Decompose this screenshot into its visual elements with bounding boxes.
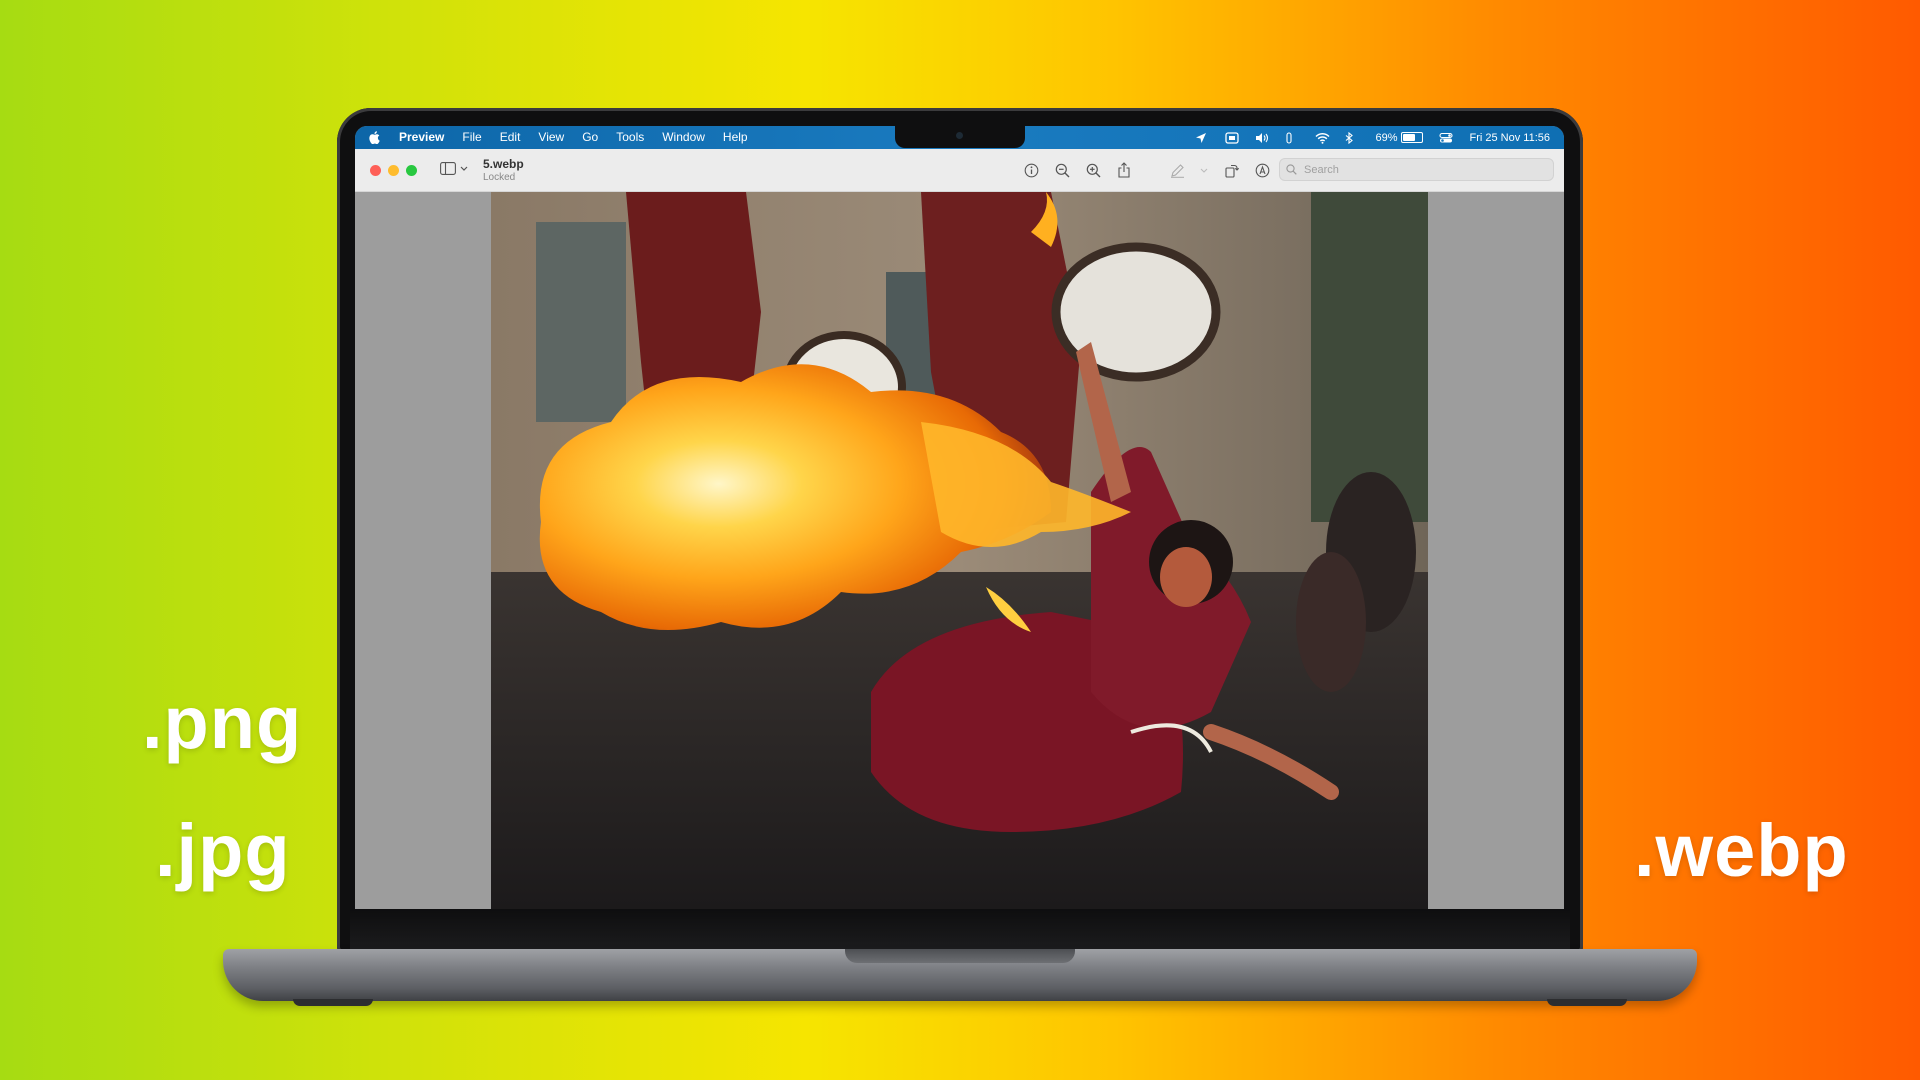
minimize-button[interactable] — [388, 165, 399, 176]
camera-icon — [956, 132, 963, 139]
menu-item-go[interactable]: Go — [582, 126, 598, 149]
markup-toolbar-icon[interactable] — [1253, 161, 1271, 179]
location-icon[interactable] — [1195, 132, 1209, 144]
menu-item-window[interactable]: Window — [662, 126, 705, 149]
search-field[interactable] — [1279, 158, 1554, 181]
laptop-foot-left — [293, 999, 373, 1006]
apple-menu-icon[interactable] — [369, 130, 381, 145]
menubar-clock[interactable]: Fri 25 Nov 11:56 — [1469, 132, 1550, 144]
search-input[interactable] — [1302, 162, 1546, 177]
menu-item-edit[interactable]: Edit — [500, 126, 521, 149]
rotate-icon[interactable] — [1222, 161, 1240, 179]
screen-bottom-bezel — [350, 909, 1570, 949]
volume-icon[interactable] — [1255, 132, 1269, 144]
battery-status[interactable]: 69% — [1375, 131, 1424, 144]
markup-pen-icon[interactable] — [1168, 161, 1186, 179]
search-icon — [1286, 164, 1297, 175]
chevron-down-icon — [460, 166, 468, 171]
zoom-in-icon[interactable] — [1084, 161, 1102, 179]
webp-extension-label: .webp — [1634, 809, 1849, 892]
battery-icon — [1401, 132, 1424, 143]
battery-level-fill — [1403, 134, 1416, 141]
window-controls — [370, 165, 417, 176]
screen-mirroring-icon[interactable] — [1225, 131, 1240, 144]
close-button[interactable] — [370, 165, 381, 176]
window-toolbar: 5.webp Locked — [355, 149, 1564, 192]
menu-item-file[interactable]: File — [462, 126, 481, 149]
menu-item-tools[interactable]: Tools — [616, 126, 644, 149]
laptop-screen: Preview File Edit View Go Tools Window H… — [355, 126, 1564, 909]
control-center-icon[interactable] — [1439, 132, 1454, 144]
png-extension-label: .png — [142, 681, 303, 764]
siri-icon[interactable] — [1285, 131, 1299, 144]
battery-percent: 69% — [1375, 131, 1398, 144]
menu-app-name[interactable]: Preview — [399, 126, 444, 149]
lid-open-notch — [845, 949, 1075, 963]
share-icon[interactable] — [1115, 161, 1133, 179]
bluetooth-icon[interactable] — [1345, 131, 1359, 144]
displayed-photo[interactable] — [491, 192, 1428, 909]
document-title[interactable]: 5.webp Locked — [483, 157, 524, 183]
document-name: 5.webp — [483, 157, 524, 171]
laptop-foot-right — [1547, 999, 1627, 1006]
menu-item-view[interactable]: View — [538, 126, 564, 149]
zoom-button[interactable] — [406, 165, 417, 176]
toolbar-actions — [1022, 161, 1271, 179]
markup-chevron-icon[interactable] — [1199, 161, 1209, 179]
sidebar-icon — [440, 162, 456, 175]
zoom-out-icon[interactable] — [1053, 161, 1071, 179]
laptop-base — [223, 949, 1697, 1006]
menu-item-help[interactable]: Help — [723, 126, 748, 149]
jpg-extension-label: .jpg — [155, 809, 291, 892]
image-viewer — [355, 192, 1564, 909]
wifi-icon[interactable] — [1315, 132, 1330, 144]
document-status: Locked — [483, 172, 516, 183]
sidebar-toggle-button[interactable] — [440, 162, 468, 175]
camera-notch — [895, 126, 1025, 148]
fire-breather-photo — [491, 192, 1428, 909]
info-icon[interactable] — [1022, 161, 1040, 179]
